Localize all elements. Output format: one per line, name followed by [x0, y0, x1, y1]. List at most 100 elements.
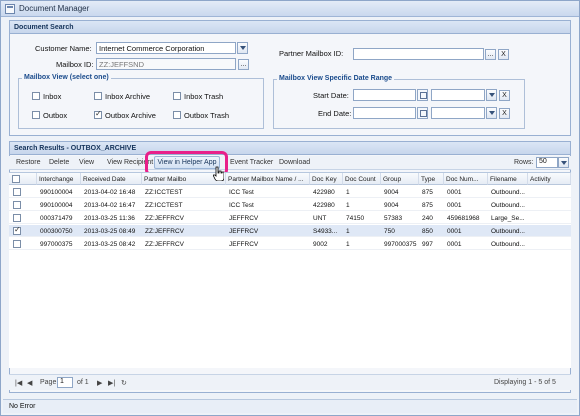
select-all-checkbox[interactable] [12, 175, 20, 183]
inbox-archive-checkbox[interactable] [94, 92, 102, 100]
table-cell: 997000375 [384, 241, 417, 248]
table-cell: 9004 [384, 202, 399, 209]
col-filename[interactable]: Filename [488, 173, 528, 185]
rows-label: Rows: [514, 159, 534, 166]
table-cell: 0001 [447, 228, 462, 235]
table-cell: Large_Se... [491, 215, 525, 222]
table-cell: 990100004 [40, 202, 73, 209]
prev-page-icon[interactable]: ◀ [27, 379, 32, 387]
partner-mailbox-input[interactable] [353, 48, 484, 60]
end-date-clear-button[interactable]: X [499, 108, 510, 119]
mailbox-view-legend: Mailbox View (select one) [22, 74, 111, 81]
start-date-calendar-icon[interactable] [417, 89, 428, 101]
results-grid: Interchange Received Date Partner Mailbo… [9, 172, 571, 368]
refresh-icon[interactable]: ↻ [121, 379, 127, 387]
partner-mailbox-label: Partner Mailbox ID: [279, 49, 344, 58]
mailbox-id-browse-button[interactable]: ... [238, 59, 249, 70]
title-bar: Document Manager [1, 1, 579, 17]
date-range-group [273, 79, 525, 129]
col-doc-num[interactable]: Doc Num... [444, 173, 488, 185]
table-cell: 0001 [447, 202, 462, 209]
outbox-trash-checkbox[interactable] [173, 111, 181, 119]
rows-per-page-select[interactable]: 50 [536, 157, 558, 168]
partner-mailbox-clear-button[interactable]: X [498, 49, 509, 60]
search-results-header: Search Results - OUTBOX_ARCHIVE [10, 142, 570, 155]
table-row[interactable]: 997000375 2013-03-25 08:42 ZZ:JEFFRCV JEFFR… [9, 238, 571, 250]
partner-mailbox-browse-button[interactable]: ... [485, 49, 496, 60]
start-time-input[interactable] [431, 89, 485, 101]
event-tracker-button[interactable]: Event Tracker [230, 159, 273, 166]
table-cell: 750 [384, 228, 395, 235]
download-button[interactable]: Download [279, 159, 310, 166]
col-type[interactable]: Type [419, 173, 444, 185]
start-time-dropdown-icon[interactable] [486, 89, 497, 101]
row-checkbox[interactable] [13, 201, 21, 209]
row-checkbox[interactable] [13, 214, 21, 222]
delete-button[interactable]: Delete [49, 159, 69, 166]
table-cell: 57383 [384, 215, 403, 222]
table-row[interactable]: 990100004 2013-04-02 16:47 ZZ:ICCTEST ICC T… [9, 199, 571, 211]
customer-name-select[interactable]: Internet Commerce Corporation [96, 42, 236, 54]
table-cell: ZZ:JEFFRCV [145, 228, 184, 235]
col-partner-mailbox-name[interactable]: Partner Mailbox Name / ... [226, 173, 310, 185]
table-cell: Outbound... [491, 189, 525, 196]
row-checkbox[interactable] [13, 240, 21, 248]
table-cell: 000300750 [40, 228, 73, 235]
table-row[interactable]: 000371479 2013-03-25 11:36 ZZ:JEFFRCV JEFFR… [9, 212, 571, 224]
table-cell: 1 [346, 228, 350, 235]
end-time-dropdown-icon[interactable] [486, 107, 497, 119]
table-cell: 875 [422, 202, 433, 209]
table-cell: ZZ:JEFFRCV [145, 241, 184, 248]
first-page-icon[interactable]: |◀ [15, 379, 22, 387]
date-range-legend: Mailbox View Specific Date Range [277, 75, 395, 82]
outbox-archive-checkbox[interactable] [94, 109, 102, 119]
table-row[interactable]: 000300750 2013-03-25 08:49 ZZ:JEFFRCV JEFFR… [9, 225, 571, 237]
col-activity[interactable]: Activity [528, 173, 571, 185]
start-date-clear-button[interactable]: X [499, 90, 510, 101]
pager-bar: |◀ ◀ Page 1 of 1 ▶ ▶| ↻ Displaying 1 - 5… [9, 374, 571, 390]
page-number-input[interactable]: 1 [57, 377, 73, 388]
page-count-label: of 1 [77, 379, 89, 386]
inbox-checkbox[interactable] [32, 92, 40, 100]
hand-cursor-icon [213, 166, 224, 181]
document-manager-window: Document Manager Document Search Custome… [0, 0, 580, 416]
table-cell: ICC Test [229, 202, 254, 209]
table-cell: ZZ:JEFFRCV [145, 215, 184, 222]
col-group[interactable]: Group [381, 173, 419, 185]
table-cell: 9004 [384, 189, 399, 196]
col-received-date[interactable]: Received Date [81, 173, 142, 185]
col-interchange[interactable]: Interchange [37, 173, 81, 185]
row-checkbox[interactable] [13, 225, 21, 235]
outbox-checkbox[interactable] [32, 111, 40, 119]
table-cell: S4933... [313, 228, 338, 235]
row-checkbox[interactable] [13, 188, 21, 196]
end-date-calendar-icon[interactable] [417, 107, 428, 119]
rows-dropdown-icon[interactable] [558, 157, 569, 168]
table-row[interactable]: 990100004 2013-04-02 16:48 ZZ:ICCTEST ICC T… [9, 186, 571, 198]
table-cell: 1 [346, 202, 350, 209]
table-cell: 459681968 [447, 215, 480, 222]
document-search-header: Document Search [10, 21, 570, 34]
next-page-icon[interactable]: ▶ [97, 379, 102, 387]
start-date-label: Start Date: [313, 91, 349, 100]
table-cell: 997000375 [40, 241, 73, 248]
table-cell: 1 [346, 241, 350, 248]
start-date-input[interactable] [353, 89, 416, 101]
col-doc-count[interactable]: Doc Count [343, 173, 381, 185]
inbox-archive-label: Inbox Archive [105, 92, 151, 101]
customer-name-dropdown-icon[interactable] [237, 42, 248, 54]
mailbox-id-field[interactable]: ZZ:JEFFSND [96, 58, 236, 70]
end-time-input[interactable] [431, 107, 485, 119]
table-cell: 1 [346, 189, 350, 196]
table-cell: 000371479 [40, 215, 73, 222]
col-doc-key[interactable]: Doc Key [310, 173, 343, 185]
restore-button[interactable]: Restore [16, 159, 41, 166]
inbox-trash-checkbox[interactable] [173, 92, 181, 100]
table-cell: 2013-04-02 16:48 [84, 189, 136, 196]
last-page-icon[interactable]: ▶| [108, 379, 115, 387]
table-cell: 9002 [313, 241, 328, 248]
end-date-input[interactable] [353, 107, 416, 119]
view-button[interactable]: View [79, 159, 94, 166]
results-toolbar: Restore Delete View View Recipient Event… [9, 156, 571, 170]
table-cell: Outbound... [491, 241, 525, 248]
